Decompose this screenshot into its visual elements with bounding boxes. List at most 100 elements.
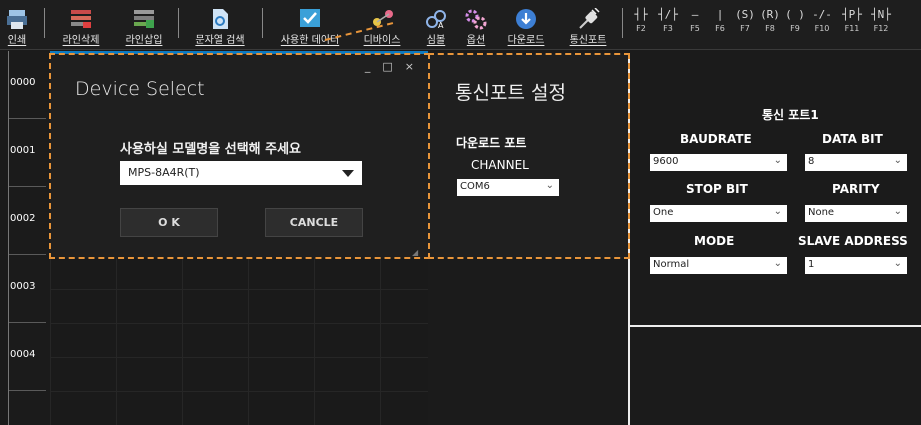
row-header[interactable]: 0004 (8, 323, 46, 391)
chevron-down-icon: ⌄ (773, 155, 782, 166)
row-header[interactable]: 0001 (8, 119, 46, 187)
device-select-dialog: Device Select _ □ × 사용하실 모델명을 선택해 주세요 MP… (50, 54, 428, 258)
fkey-label: F9 (790, 24, 800, 33)
row-number: 0001 (10, 145, 36, 156)
fkey-f11[interactable]: ┤P├ F11 (841, 6, 863, 46)
mode-label: MODE (694, 234, 735, 248)
comm-port-label: 통신포트 (569, 35, 607, 46)
channel-select-value: COM6 (460, 181, 490, 192)
close-icon[interactable]: × (405, 60, 414, 73)
string-search-label: 문자열 검색 (195, 35, 245, 46)
invert-icon: -/- (812, 8, 832, 21)
toolbar-separator (178, 8, 179, 38)
slave-address-select[interactable]: 1 ⌄ (805, 257, 907, 274)
fkey-f3[interactable]: ┤/├ F3 (657, 6, 679, 46)
maximize-icon[interactable]: □ (382, 60, 392, 73)
channel-select[interactable]: COM6 ⌄ (457, 179, 559, 196)
fkey-label: F11 (844, 24, 860, 33)
baudrate-value: 9600 (653, 156, 679, 167)
row-number: 0003 (10, 281, 36, 292)
symbol-icon: A (426, 10, 446, 30)
stopbit-select[interactable]: One ⌄ (650, 205, 787, 222)
download-label: 다운로드 (507, 35, 545, 46)
device-label: 디바이스 (363, 35, 401, 46)
chevron-down-icon: ⌄ (893, 155, 902, 166)
row-header[interactable]: 0003 (8, 255, 46, 323)
comm-port-button[interactable]: 통신포트 (560, 2, 616, 48)
string-search-button[interactable]: 문자열 검색 (184, 2, 256, 48)
symbol-label: 심볼 (426, 35, 446, 46)
parity-label: PARITY (832, 182, 880, 196)
databit-select[interactable]: 8 ⌄ (805, 154, 907, 171)
stopbit-value: One (653, 207, 674, 218)
vertical-line-icon: | (716, 8, 724, 21)
row-header[interactable]: 0000 (8, 51, 46, 119)
contact-no-icon: ┤├ (634, 8, 648, 21)
symbol-button[interactable]: A 심볼 (418, 2, 454, 48)
download-icon (516, 9, 536, 29)
cancel-button[interactable]: CANCLE (265, 208, 363, 237)
print-button[interactable]: 인쇄 (2, 2, 32, 48)
toolbar-separator (44, 8, 45, 38)
used-data-button[interactable]: 사용한 데이터 (270, 2, 350, 48)
row-header[interactable]: 0002 (8, 187, 46, 255)
main-toolbar: 인쇄 라인삭제 라인삽입 문자열 검색 사용한 데이터 디바이스 A 심볼 옵션… (0, 0, 921, 50)
download-button[interactable]: 다운로드 (500, 2, 552, 48)
download-port-label: 다운로드 포트 (456, 136, 527, 150)
fkey-f10[interactable]: -/- F10 (811, 6, 833, 46)
mode-select[interactable]: Normal ⌄ (650, 257, 787, 274)
model-prompt: 사용하실 모델명을 선택해 주세요 (120, 142, 302, 157)
chevron-down-icon: ⌄ (773, 206, 782, 217)
model-select-value: MPS-8A4R(T) (128, 166, 200, 179)
fkey-label: F8 (765, 24, 775, 33)
insert-line-label: 라인삽입 (125, 35, 163, 46)
toolbar-separator (622, 8, 623, 38)
checked-data-icon (300, 9, 320, 27)
fkey-f5[interactable]: — F5 (684, 6, 706, 46)
fkey-label: F7 (740, 24, 750, 33)
coil-icon: ( ) (785, 8, 805, 21)
options-button[interactable]: 옵션 (458, 2, 494, 48)
databit-label: DATA BIT (822, 132, 883, 146)
fkey-label: F5 (690, 24, 700, 33)
fkey-label: F3 (663, 24, 673, 33)
parity-select[interactable]: None ⌄ (805, 205, 907, 222)
model-select[interactable]: MPS-8A4R(T) (120, 161, 362, 185)
baudrate-label: BAUDRATE (680, 132, 752, 146)
set-coil-icon: (S) (735, 8, 755, 21)
ok-button[interactable]: O K (120, 208, 218, 237)
insert-line-button[interactable]: 라인삽입 (116, 2, 172, 48)
search-document-icon (213, 9, 228, 29)
chevron-down-icon: ⌄ (893, 206, 902, 217)
port-panel-header: 통신 포트1 (762, 108, 819, 122)
databit-value: 8 (808, 156, 815, 167)
contact-nc-icon: ┤/├ (658, 8, 678, 21)
baudrate-select[interactable]: 9600 ⌄ (650, 154, 787, 171)
negative-edge-icon: ┤N├ (871, 8, 891, 21)
print-label: 인쇄 (7, 35, 27, 46)
comm-port-plug-icon (579, 8, 600, 29)
printer-icon (7, 10, 27, 29)
fkey-f9[interactable]: ( ) F9 (784, 6, 806, 46)
options-label: 옵션 (466, 35, 486, 46)
slave-address-label: SLAVE ADDRESS (798, 234, 908, 248)
resize-grip-icon[interactable]: ◢ (412, 248, 418, 257)
fkey-label: F12 (873, 24, 889, 33)
fkey-label: F6 (715, 24, 725, 33)
parity-value: None (808, 207, 835, 218)
fkey-f12[interactable]: ┤N├ F12 (870, 6, 892, 46)
fkey-f8[interactable]: (R) F8 (759, 6, 781, 46)
fkey-f2[interactable]: ┤├ F2 (630, 6, 652, 46)
chevron-down-icon: ⌄ (893, 258, 902, 269)
delete-line-button[interactable]: 라인삭제 (53, 2, 109, 48)
delete-line-label: 라인삭제 (62, 35, 100, 46)
comm-port-settings-panel: 통신포트 설정 다운로드 포트 CHANNEL COM6 ⌄ (428, 54, 628, 258)
minimize-icon[interactable]: _ (365, 60, 371, 73)
fkey-f7[interactable]: (S) F7 (734, 6, 756, 46)
options-gears-icon (465, 9, 487, 30)
toolbar-separator (262, 8, 263, 38)
chevron-down-icon: ⌄ (545, 180, 554, 191)
insert-line-icon (134, 10, 154, 28)
channel-label: CHANNEL (471, 158, 529, 172)
fkey-f6[interactable]: | F6 (709, 6, 731, 46)
